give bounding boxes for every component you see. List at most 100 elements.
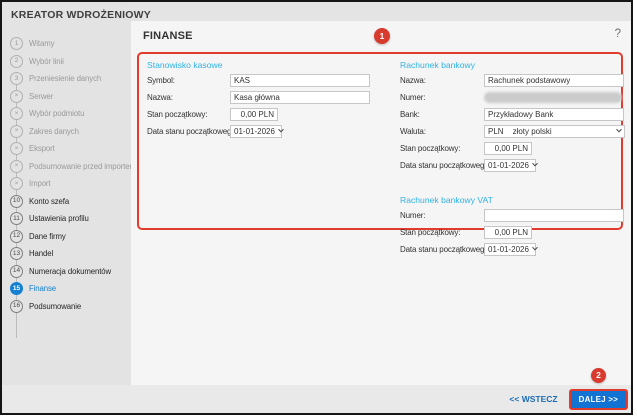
bank-name-label: Nazwa: [400, 76, 426, 85]
step-status-icon: 15 [10, 282, 23, 296]
step-label: Podsumowanie przed importem [29, 161, 136, 171]
vat-opening-date-row: Data stanu początkowego: 01-01-2026 [400, 241, 619, 258]
step-label: Eksport [29, 144, 55, 154]
vat-opening-date-value: 01-01-2026 [488, 244, 529, 254]
cash-name-input[interactable] [230, 90, 370, 104]
vat-opening-balance-input[interactable] [484, 225, 532, 239]
sidebar-step-13[interactable]: 13 Handel [2, 245, 133, 263]
cash-opening-balance-label: Stan początkowy: [147, 110, 208, 119]
annotation-badge-1: 1 [374, 28, 390, 44]
sidebar-step-8[interactable]: × Podsumowanie przed importem [2, 158, 136, 176]
bank-section-title: Rachunek bankowy [400, 60, 476, 70]
step-list: 1 Witamy 2 Wybór linii 3 Przeniesienie d… [2, 35, 136, 338]
step-label: Ustawienia profilu [29, 214, 89, 224]
wizard-sidebar: KREATOR WDROŻENIOWY 1 Witamy 2 Wybór lin… [2, 2, 151, 387]
sidebar-step-10[interactable]: 10 Konto szefa [2, 193, 133, 211]
step-status-icon: 16 [10, 299, 23, 313]
bank-account-name-input[interactable] [484, 73, 624, 87]
sidebar-step-5[interactable]: × Wybór podmiotu [2, 105, 133, 123]
sidebar-step-4[interactable]: × Serwer [2, 88, 133, 106]
cash-opening-date-select[interactable]: 01-01-2026 [230, 124, 284, 138]
vat-account-number-input[interactable] [484, 208, 624, 222]
chevron-down-icon [278, 127, 284, 133]
bank-opening-balance-input[interactable] [484, 141, 532, 155]
step-status-icon: × [10, 159, 23, 173]
step-status-icon: 11 [10, 212, 23, 226]
wizard-window: KREATOR WDROŻENIOWY 1 Witamy 2 Wybór lin… [0, 0, 633, 415]
currency-name: złoty polski [512, 126, 552, 136]
wizard-footer: << WSTECZ DALEJ >> [2, 385, 631, 413]
cash-symbol-label: Symbol: [147, 76, 175, 85]
chevron-down-icon [532, 245, 538, 251]
sidebar-step-3[interactable]: 3 Przeniesienie danych [2, 70, 133, 88]
step-status-icon: × [10, 177, 23, 191]
step-status-icon: 14 [10, 264, 23, 278]
bank-opening-date-label: Data stanu początkowego: [400, 161, 491, 170]
cash-register-section: Stanowisko kasowe Symbol: Nazwa: Stan po… [147, 58, 393, 140]
bank-number-row: Numer: [400, 89, 622, 106]
bank-currency-row: Waluta: PLN złoty polski [400, 123, 625, 140]
step-status-icon: 13 [10, 247, 23, 261]
cash-opening-date-label: Data stanu początkowego: [147, 127, 238, 136]
currency-code: PLN [488, 126, 504, 136]
cash-opening-balance-row: Stan początkowy: [147, 106, 393, 123]
step-label: Przeniesienie danych [29, 74, 102, 84]
vat-opening-date-label: Data stanu początkowego: [400, 245, 491, 254]
help-icon[interactable]: ? [615, 28, 621, 40]
cash-name-row: Nazwa: [147, 89, 393, 106]
step-status-icon: 1 [10, 37, 23, 51]
step-status-icon: 10 [10, 194, 23, 208]
bank-currency-select[interactable]: PLN złoty polski [484, 124, 625, 138]
sidebar-step-16[interactable]: 16 Podsumowanie [2, 298, 133, 316]
back-button[interactable]: << WSTECZ [509, 394, 557, 404]
sidebar-step-15[interactable]: 15 Finanse [2, 280, 133, 298]
step-label: Import [29, 179, 51, 189]
cash-section-title: Stanowisko kasowe [147, 60, 223, 70]
sidebar-step-11[interactable]: 11 Ustawienia profilu [2, 210, 133, 228]
wizard-title: KREATOR WDROŻENIOWY [11, 9, 151, 21]
cash-symbol-input[interactable] [230, 73, 370, 87]
step-status-icon: 12 [10, 229, 23, 243]
cash-symbol-row: Symbol: [147, 72, 393, 89]
step-label: Serwer [29, 91, 54, 101]
bank-account-section: Rachunek bankowy Nazwa: Numer: Bank: Wal… [400, 58, 625, 258]
step-status-icon: × [10, 142, 23, 156]
vat-number-row: Numer: [400, 207, 624, 224]
chevron-down-icon [532, 161, 538, 167]
annotation-highlight-box: Stanowisko kasowe Symbol: Nazwa: Stan po… [137, 52, 625, 256]
vat-opening-date-select[interactable]: 01-01-2026 [484, 242, 538, 256]
cash-name-label: Nazwa: [147, 93, 173, 102]
sidebar-step-14[interactable]: 14 Numeracja dokumentów [2, 263, 133, 281]
sidebar-step-1[interactable]: 1 Witamy [2, 35, 133, 53]
bank-name-row: Nazwa: [400, 72, 624, 89]
next-button[interactable]: DALEJ >> [568, 388, 628, 410]
step-status-icon: × [10, 89, 23, 103]
bank-bank-label: Bank: [400, 110, 420, 119]
page-title: FINANSE [143, 30, 193, 42]
sidebar-step-2[interactable]: 2 Wybór linii [2, 53, 133, 71]
cash-opening-balance-input[interactable] [230, 107, 278, 121]
step-label: Wybór podmiotu [29, 109, 85, 119]
finance-panel: FINANSE ? 1 Stanowisko kasowe Symbol: Na… [131, 21, 631, 387]
sidebar-step-6[interactable]: × Zakres danych [2, 123, 133, 141]
sidebar-step-9[interactable]: × Import [2, 175, 133, 193]
step-label: Witamy [29, 39, 55, 49]
step-status-icon: × [10, 124, 23, 138]
bank-opening-balance-row: Stan początkowy: [400, 140, 619, 157]
bank-currency-label: Waluta: [400, 127, 426, 136]
vat-number-label: Numer: [400, 211, 426, 220]
vat-opening-balance-label: Stan początkowy: [400, 228, 461, 237]
bank-bank-row: Bank: [400, 106, 624, 123]
bank-bank-name-input[interactable] [484, 107, 624, 121]
cash-opening-date-value: 01-01-2026 [234, 126, 275, 136]
bank-number-redacted-value[interactable] [484, 91, 622, 103]
sidebar-step-7[interactable]: × Eksport [2, 140, 133, 158]
sidebar-step-12[interactable]: 12 Dane firmy [2, 228, 133, 246]
vat-opening-balance-row: Stan początkowy: [400, 224, 619, 241]
chevron-down-icon [616, 127, 622, 133]
bank-opening-date-value: 01-01-2026 [488, 160, 529, 170]
cash-opening-date-row: Data stanu początkowego: 01-01-2026 [147, 123, 393, 140]
bank-vat-section-title: Rachunek bankowy VAT [400, 195, 493, 205]
bank-opening-date-select[interactable]: 01-01-2026 [484, 158, 538, 172]
